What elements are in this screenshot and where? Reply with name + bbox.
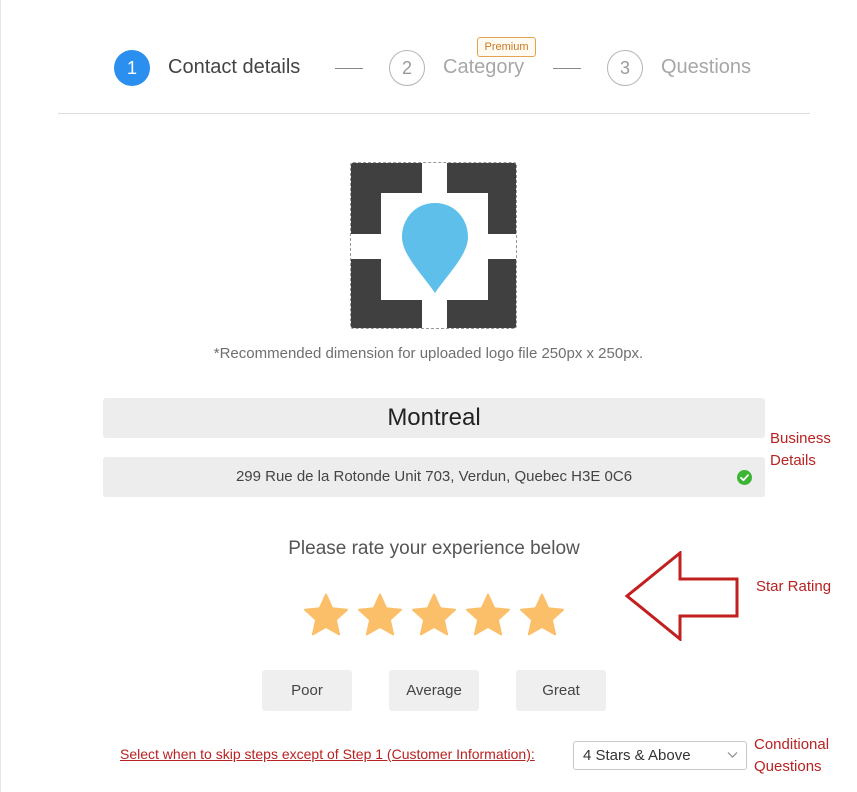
great-button[interactable]: Great xyxy=(516,670,606,711)
step-connector xyxy=(335,68,363,69)
check-circle-icon xyxy=(737,470,752,485)
annotation-arrow-icon xyxy=(624,551,739,641)
average-button[interactable]: Average xyxy=(389,670,479,711)
annotation-business-details-line1: Business xyxy=(770,430,831,447)
annotation-star-rating: Star Rating xyxy=(756,578,832,595)
premium-badge: Premium xyxy=(477,37,536,57)
star-icon[interactable] xyxy=(465,593,511,637)
star-icon[interactable] xyxy=(519,593,565,637)
step-1-number[interactable]: 1 xyxy=(114,50,150,86)
step-progress: 1 Contact details Premium 2 Category 3 Q… xyxy=(0,0,857,115)
step-1-label[interactable]: Contact details xyxy=(168,56,300,79)
business-name-field[interactable]: Montreal xyxy=(103,398,765,438)
step-3-label[interactable]: Questions xyxy=(661,56,751,79)
map-pin-placeholder-icon xyxy=(351,163,516,328)
skip-threshold-select[interactable]: 4 Stars & Above xyxy=(573,741,747,770)
logo-upload[interactable] xyxy=(350,162,517,329)
step-2-number[interactable]: 2 xyxy=(389,50,425,86)
chevron-down-icon xyxy=(727,752,738,758)
annotation-conditional-questions: Conditional Questions xyxy=(754,734,829,778)
star-icon[interactable] xyxy=(411,593,457,637)
star-icon[interactable] xyxy=(303,593,349,637)
annotation-business-details-line2: Details xyxy=(770,452,816,469)
skip-steps-link[interactable]: Select when to skip steps except of Step… xyxy=(120,746,535,762)
left-border xyxy=(0,0,1,792)
poor-button[interactable]: Poor xyxy=(262,670,352,711)
skip-threshold-value: 4 Stars & Above xyxy=(583,747,691,764)
step-2-label[interactable]: Category xyxy=(443,56,524,79)
step-3-number[interactable]: 3 xyxy=(607,50,643,86)
annotation-conditional-line1: Conditional xyxy=(754,736,830,753)
logo-dimension-note: *Recommended dimension for uploaded logo… xyxy=(213,345,644,362)
business-address-field[interactable]: 299 Rue de la Rotonde Unit 703, Verdun, … xyxy=(103,457,765,497)
annotation-business-details: Business Details xyxy=(770,428,831,472)
star-icon[interactable] xyxy=(357,593,403,637)
stepper-divider xyxy=(58,113,810,114)
step-connector xyxy=(553,68,581,69)
annotation-conditional-line2: Questions xyxy=(754,758,822,775)
